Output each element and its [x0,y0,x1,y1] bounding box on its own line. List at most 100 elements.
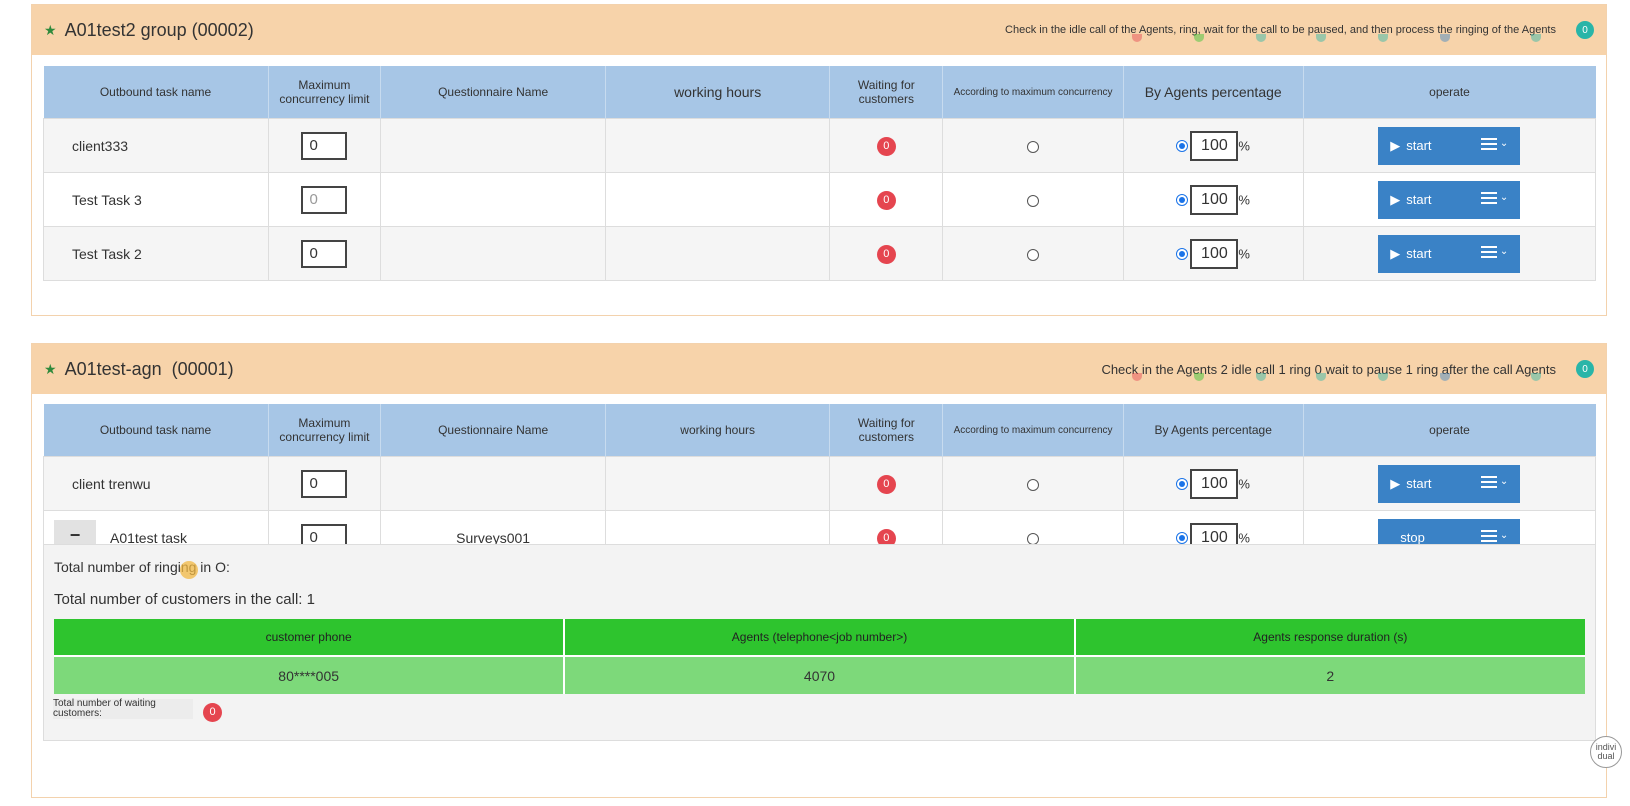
stop-label: stop [1400,530,1425,545]
star-icon: ★ [44,21,57,38]
table-row: client333 0 0 100% ▶ start ⌄ [43,118,1596,173]
operate-cell: ▶ start ⌄ [1302,456,1596,511]
waiting-customers-badge: 0 [203,703,222,722]
max-concurrency-cell: 0 [267,226,382,281]
col-questionnaire: Questionnaire Name [380,66,606,119]
percent-input[interactable]: 100 [1190,468,1239,499]
col-operate: operate [1302,66,1596,119]
task-group-2: ★ A01test-agn (00001) Check in the Agent… [31,343,1607,798]
status-dots [1066,373,1541,383]
dropdown-menu-icon[interactable]: ⌄ [1480,475,1508,488]
by-agents-radio[interactable] [1176,477,1189,490]
group-header: ★ A01test-agn (00001) Check in the Agent… [32,344,1606,394]
col-working-hours: working hours [604,66,830,119]
col-customer-phone: customer phone [54,619,565,656]
by-agents-radio[interactable] [1176,247,1189,260]
col-agents-telephone: Agents (telephone<job number>) [563,619,1075,656]
percent-sign: % [1238,138,1250,153]
percent-sign: % [1238,530,1250,545]
col-operate: operate [1302,404,1596,457]
table-header-row: Outbound task name Maximum concurrency l… [43,66,1596,119]
group-title: ★ A01test-agn (00001) [44,344,234,394]
group-badge: 0 [1576,21,1594,39]
dropdown-menu-icon[interactable]: ⌄ [1480,529,1508,542]
dropdown-menu-icon[interactable]: ⌄ [1480,191,1508,204]
working-hours-cell [604,118,831,173]
by-agents-radio[interactable] [1176,193,1189,206]
max-concurrency-input[interactable]: 0 [301,469,348,498]
by-agents-cell: 100% [1122,118,1304,173]
dropdown-menu-icon[interactable]: ⌄ [1480,245,1508,258]
group-badge: 0 [1576,360,1594,378]
by-max-radio[interactable] [1027,248,1040,261]
percent-sign: % [1238,192,1250,207]
group-status: Check in the Agents 2 idle call 1 ring 0… [1101,361,1556,377]
waiting-customers-label: Total number of waiting customers: [53,699,193,719]
play-icon: ▶ [1390,191,1401,207]
max-concurrency-cell: 0 [267,118,382,173]
start-button[interactable]: ▶ start ⌄ [1378,180,1521,219]
by-max-radio[interactable] [1027,478,1040,491]
task-name: client333 [43,118,269,173]
start-label: start [1406,476,1432,491]
by-max-cell [942,456,1124,511]
col-by-agents: By Agents percentage [1122,404,1303,457]
calls-header-row: customer phone Agents (telephone<job num… [54,619,1585,656]
start-button[interactable]: ▶ start ⌄ [1378,234,1521,273]
task-name: Test Task 3 [43,172,269,227]
operate-cell: ▶ start ⌄ [1302,118,1596,173]
start-label: start [1406,246,1432,261]
col-response-duration: Agents response duration (s) [1073,619,1585,656]
col-by-max: According to maximum concurrency [942,66,1124,119]
percent-input[interactable]: 100 [1190,238,1239,269]
by-max-radio[interactable] [1027,532,1040,545]
waiting-cell: 0 [829,456,944,511]
operate-cell: ▶ start ⌄ [1302,226,1596,281]
col-questionnaire: Questionnaire Name [380,404,606,457]
table-row: Test Task 3 0 0 100% ▶ start ⌄ [43,172,1596,227]
calls-table: customer phone Agents (telephone<job num… [54,619,1585,694]
by-max-radio[interactable] [1027,140,1040,153]
by-max-radio[interactable] [1027,194,1040,207]
table-header-row: Outbound task name Maximum concurrency l… [43,404,1596,457]
working-hours-cell [604,172,831,227]
start-button[interactable]: ▶ start ⌄ [1378,464,1521,503]
max-concurrency-input[interactable]: 0 [301,131,348,160]
max-concurrency-input[interactable]: 0 [301,185,348,214]
response-duration: 2 [1073,655,1585,694]
questionnaire-cell [380,456,606,511]
corner-badge[interactable]: indivi dual [1590,736,1622,768]
group-title-text: A01test-agn (00001) [64,358,234,379]
percent-input[interactable]: 100 [1190,184,1239,215]
task-name: client trenwu [43,456,269,511]
task-group-1: ★ A01test2 group (00002) Check in the id… [31,4,1607,316]
col-by-max: According to maximum concurrency [942,404,1124,457]
group-header: ★ A01test2 group (00002) Check in the id… [32,5,1606,55]
play-icon: ▶ [1390,137,1401,153]
waiting-badge: 0 [876,136,896,156]
col-task-name: Outbound task name [43,404,269,457]
working-hours-cell [604,226,831,281]
col-waiting: Waiting for customers [829,66,943,119]
percent-input[interactable]: 100 [1190,130,1239,161]
col-by-agents: By Agents percentage [1122,66,1303,119]
dropdown-menu-icon[interactable]: ⌄ [1480,137,1508,150]
group-title-text: A01test2 group (00002) [64,19,254,40]
by-agents-cell: 100% [1122,456,1304,511]
start-button[interactable]: ▶ start ⌄ [1378,126,1521,165]
questionnaire-cell [380,118,606,173]
max-concurrency-input[interactable]: 0 [301,239,348,268]
by-max-cell [942,172,1124,227]
by-agents-radio[interactable] [1176,139,1189,152]
group-status: Check in the idle call of the Agents, ri… [1005,24,1556,36]
waiting-badge: 0 [876,474,896,494]
task-name: Test Task 2 [43,226,269,281]
waiting-badge: 0 [876,190,896,210]
play-icon: ▶ [1390,475,1401,491]
waiting-badge: 0 [876,244,896,264]
customer-phone: 80****005 [54,655,565,694]
by-agents-radio[interactable] [1176,531,1189,544]
table-row: 80****005 4070 2 [54,655,1585,694]
ringing-total: Total number of ringing in O: [54,559,230,575]
col-task-name: Outbound task name [43,66,269,119]
